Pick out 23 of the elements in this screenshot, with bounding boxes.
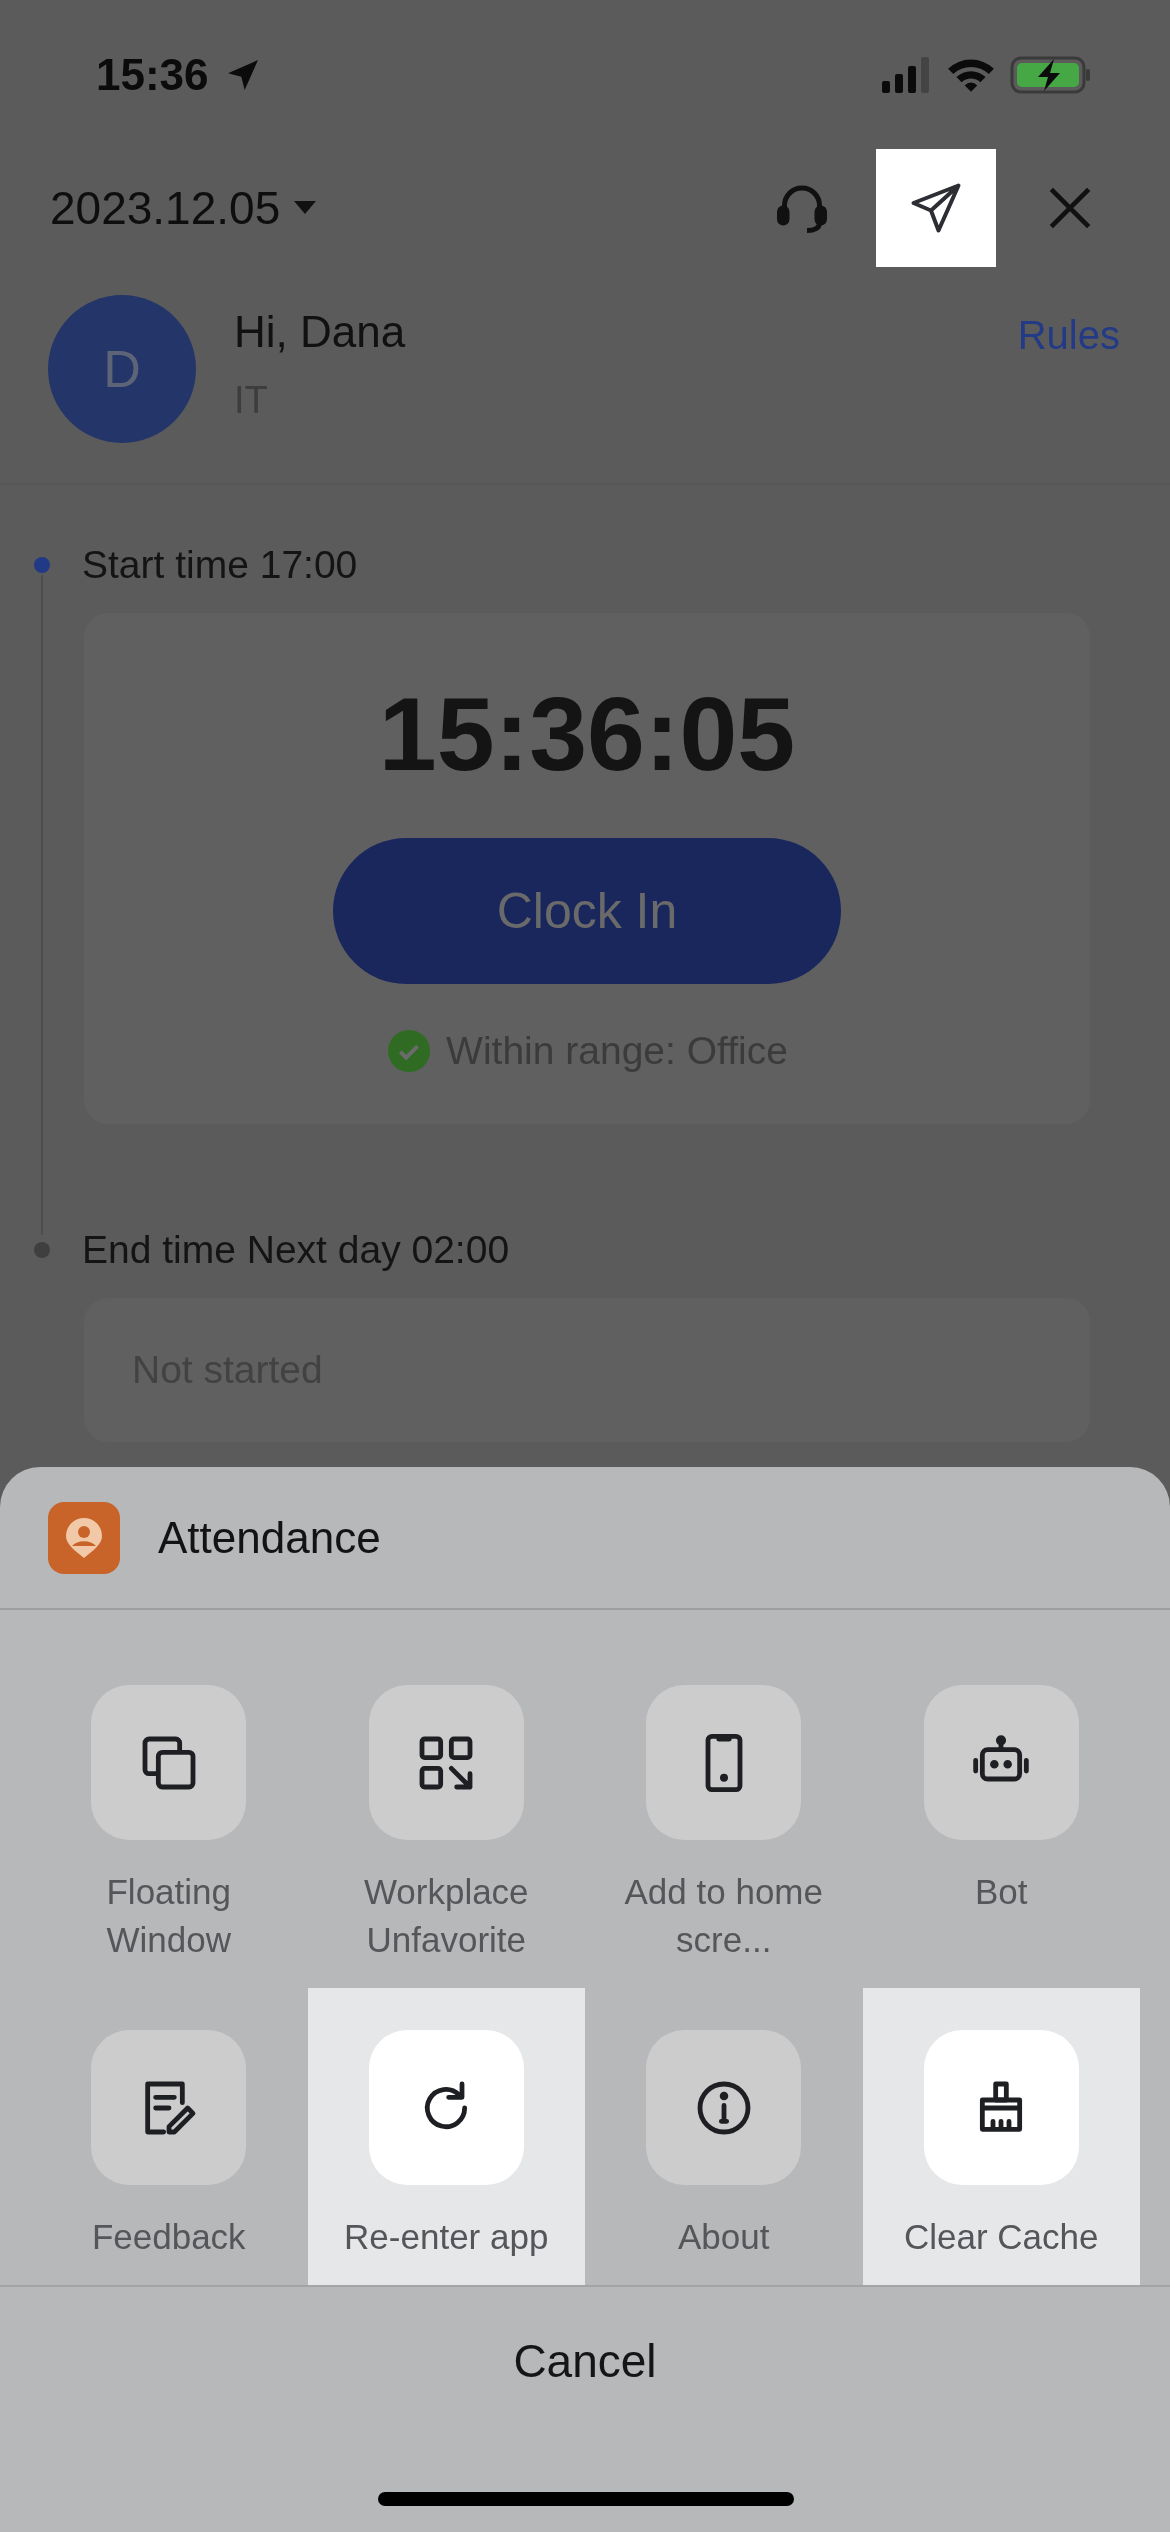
caret-icon xyxy=(294,200,317,215)
menu-action[interactable]: Re-enter app xyxy=(307,1988,585,2285)
menu-action[interactable]: Workplace Unfavorite xyxy=(307,1627,585,1988)
cancel-button[interactable]: Cancel xyxy=(0,2285,1170,2435)
greeting: Hi, Dana xyxy=(234,307,407,357)
date-picker[interactable]: 2023.12.05 xyxy=(50,180,317,235)
app-name: Attendance xyxy=(158,1512,381,1563)
clock-in-button[interactable]: Clock In xyxy=(333,838,841,984)
shift-time: End time Next day 02:00 xyxy=(82,1228,510,1272)
menu-action[interactable]: Floating Window xyxy=(30,1627,308,1988)
menu-action[interactable]: Clear Cache xyxy=(862,1988,1140,2285)
menu-action[interactable]: Feedback xyxy=(30,1988,308,2285)
menu-action[interactable]: About xyxy=(585,1988,863,2285)
share-button[interactable] xyxy=(876,148,996,267)
avatar: D xyxy=(48,295,196,443)
shift-time: Start time 17:00 xyxy=(82,543,358,587)
menu-action[interactable]: Bot xyxy=(862,1627,1140,1988)
menu-action[interactable]: Add to home scre... xyxy=(585,1627,863,1988)
battery-charging-icon xyxy=(1010,55,1092,95)
status-time: 15:36 xyxy=(96,50,209,100)
check-circle-icon xyxy=(386,1028,433,1074)
signal-icon xyxy=(882,57,932,93)
current-time: 15:36:05 xyxy=(378,675,796,794)
